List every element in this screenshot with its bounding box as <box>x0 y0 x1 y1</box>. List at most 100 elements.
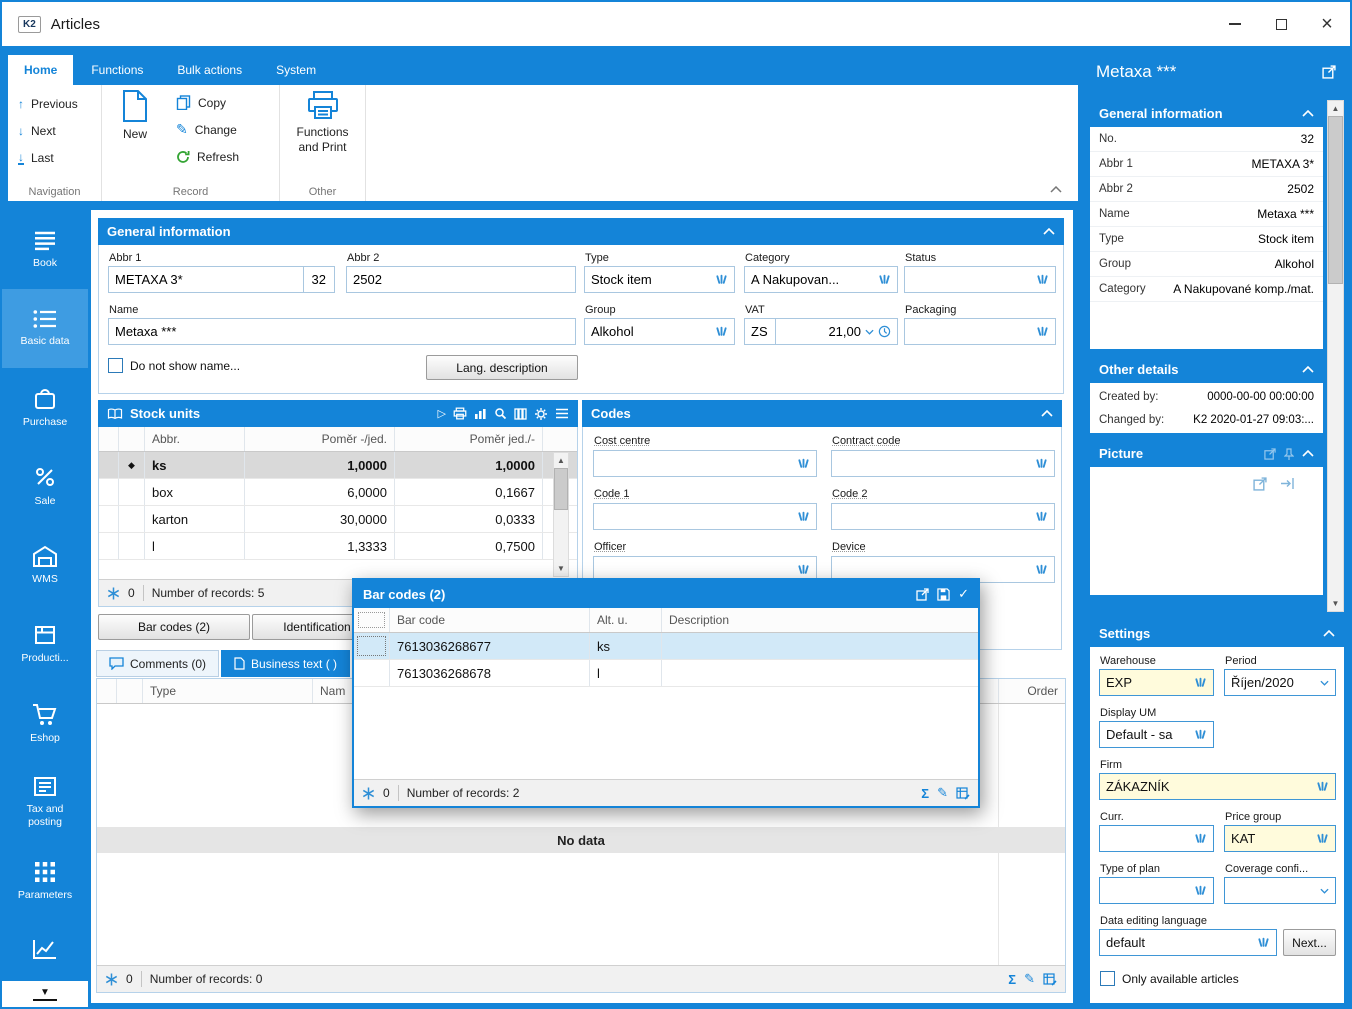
only-available-articles-checkbox[interactable] <box>1100 971 1115 986</box>
filter-asterisk-icon[interactable] <box>362 787 375 800</box>
dropdown-fan-icon[interactable] <box>878 274 891 286</box>
dropdown-fan-icon[interactable] <box>1316 781 1329 793</box>
confirm-icon[interactable]: ✓ <box>958 586 969 602</box>
refresh-button[interactable]: Refresh <box>168 143 247 170</box>
type-of-plan-field[interactable] <box>1099 877 1214 904</box>
gear-icon[interactable] <box>534 407 548 421</box>
change-button[interactable]: ✎ Change <box>168 116 247 143</box>
next-button[interactable]: Next... <box>1283 929 1336 956</box>
status-field[interactable] <box>904 266 1056 293</box>
menu-icon[interactable] <box>555 408 569 419</box>
scroll-down-icon[interactable]: ▼ <box>554 561 568 576</box>
copy-button[interactable]: Copy <box>168 89 247 116</box>
sidebar-item-purchase[interactable]: Purchase <box>2 368 88 447</box>
column-header-description[interactable]: Description <box>662 608 978 632</box>
name-field[interactable]: Metaxa *** <box>108 318 576 345</box>
scrollbar-thumb[interactable] <box>1328 116 1343 284</box>
pin-icon[interactable] <box>1284 447 1294 460</box>
right-panel-scrollbar[interactable]: ▲ ▼ <box>1327 100 1344 612</box>
popout-icon[interactable] <box>916 587 929 601</box>
column-header-abbr[interactable]: Abbr. <box>145 427 245 451</box>
print-icon[interactable] <box>453 407 467 420</box>
display-um-field[interactable]: Default - sa <box>1099 721 1214 748</box>
filter-asterisk-icon[interactable] <box>107 587 120 600</box>
lang-description-button[interactable]: Lang. description <box>426 355 578 380</box>
last-button[interactable]: ↓ Last <box>10 144 99 171</box>
bar-codes-titlebar[interactable]: Bar codes (2) ✓ <box>354 580 978 608</box>
popout-icon[interactable] <box>1322 65 1336 79</box>
firm-field[interactable]: ZÁKAZNÍK <box>1099 773 1336 800</box>
group-field[interactable]: Alkohol <box>584 318 735 345</box>
previous-button[interactable]: ↑ Previous <box>10 90 99 117</box>
table-row[interactable]: 7613036268678 l <box>354 660 978 687</box>
columns-icon[interactable]: <5 x="5"> <box>514 407 527 420</box>
save-icon[interactable] <box>937 587 950 601</box>
dropdown-fan-icon[interactable] <box>1194 677 1207 689</box>
tab-business-text[interactable]: Business text ( ) <box>221 650 351 677</box>
tab-bar-codes[interactable]: Bar codes (2) <box>98 614 250 640</box>
price-group-field[interactable]: KAT <box>1224 825 1336 852</box>
data-editing-language-field[interactable]: default <box>1099 929 1277 956</box>
dropdown-fan-icon[interactable] <box>1316 833 1329 845</box>
search-icon[interactable] <box>494 407 507 420</box>
code1-field[interactable] <box>593 503 817 530</box>
chevron-down-icon[interactable] <box>865 329 874 335</box>
period-field[interactable]: Říjen/2020 <box>1224 669 1336 696</box>
sidebar-item-basic-data[interactable]: Basic data <box>2 289 88 368</box>
abbr1-field[interactable]: METAXA 3* 32 <box>108 266 335 293</box>
fit-picture-button[interactable] <box>1280 477 1295 490</box>
coverage-field[interactable] <box>1224 877 1336 904</box>
functions-and-print-button[interactable]: Functions and Print <box>280 85 365 155</box>
packaging-field[interactable] <box>904 318 1056 345</box>
sum-button[interactable]: Σ <box>1008 972 1016 987</box>
table-row[interactable]: karton 30,0000 0,0333 <box>99 506 577 533</box>
table-row[interactable]: 7613036268677 ks <box>354 633 978 660</box>
next-button[interactable]: ↓ Next <box>10 117 99 144</box>
sidebar-item-wms[interactable]: WMS <box>2 526 88 605</box>
filter-asterisk-icon[interactable] <box>105 973 118 986</box>
minimize-button[interactable] <box>1212 2 1258 46</box>
tab-system[interactable]: System <box>260 55 332 85</box>
collapse-icon[interactable] <box>1323 630 1335 637</box>
ribbon-collapse-button[interactable] <box>1050 186 1062 193</box>
vat-field[interactable]: ZS 21,00 <box>744 318 898 345</box>
do-not-show-name-checkbox[interactable] <box>108 358 123 373</box>
category-field[interactable]: A Nakupovan... <box>744 266 898 293</box>
dropdown-fan-icon[interactable] <box>797 511 810 523</box>
dropdown-fan-icon[interactable] <box>1035 458 1048 470</box>
collapse-icon[interactable] <box>1302 110 1314 117</box>
dropdown-fan-icon[interactable] <box>797 458 810 470</box>
column-header-ratio1[interactable]: Poměr -/jed. <box>245 427 395 451</box>
tab-bulk-actions[interactable]: Bulk actions <box>161 55 258 85</box>
sidebar-item-tax-and-posting[interactable]: Tax and posting <box>2 763 88 842</box>
dropdown-fan-icon[interactable] <box>1194 833 1207 845</box>
tab-comments[interactable]: Comments (0) <box>96 650 220 677</box>
contract-code-field[interactable] <box>831 450 1055 477</box>
sidebar-item-statistics[interactable] <box>2 921 88 977</box>
sidebar-item-sale[interactable]: Sale <box>2 447 88 526</box>
sidebar-item-eshop[interactable]: Eshop <box>2 684 88 763</box>
table-row[interactable]: box 6,0000 0,1667 <box>99 479 577 506</box>
chevron-down-icon[interactable] <box>1320 888 1329 894</box>
dropdown-fan-icon[interactable] <box>1035 511 1048 523</box>
edit-columns-button[interactable] <box>1043 972 1057 986</box>
dropdown-fan-icon[interactable] <box>1035 564 1048 576</box>
column-header-type[interactable]: Type <box>143 679 313 703</box>
dropdown-fan-icon[interactable] <box>1036 326 1049 338</box>
collapse-icon[interactable] <box>1043 228 1055 235</box>
close-button[interactable]: × <box>1304 2 1350 46</box>
stock-units-scrollbar[interactable]: ▲ ▼ <box>553 452 569 577</box>
sidebar-item-parameters[interactable]: Parameters <box>2 842 88 921</box>
sidebar-item-book[interactable]: Book <box>2 210 88 289</box>
scroll-up-icon[interactable]: ▲ <box>554 453 568 468</box>
table-row[interactable]: ◆ ks 1,0000 1,0000 <box>99 452 577 479</box>
collapse-icon[interactable] <box>1302 366 1314 373</box>
dropdown-fan-icon[interactable] <box>1194 729 1207 741</box>
chevron-down-icon[interactable] <box>1320 680 1329 686</box>
sum-button[interactable]: Σ <box>921 786 929 801</box>
column-header-bar-code[interactable]: Bar code <box>390 608 590 632</box>
edit-columns-button[interactable] <box>956 786 970 800</box>
scroll-up-icon[interactable]: ▲ <box>1328 101 1343 116</box>
type-field[interactable]: Stock item <box>584 266 735 293</box>
dropdown-fan-icon[interactable] <box>715 326 728 338</box>
